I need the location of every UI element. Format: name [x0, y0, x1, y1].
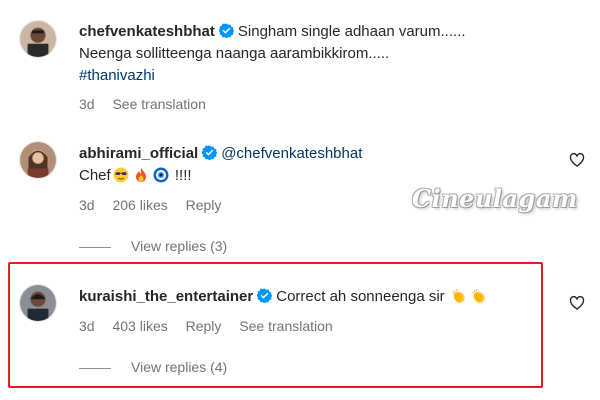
replies-divider-line	[79, 367, 111, 369]
replies-divider-line	[79, 246, 111, 248]
comment-meta: 3d See translation	[79, 96, 220, 112]
avatar-abhirami-official[interactable]	[19, 141, 57, 179]
comment-time: 3d	[79, 96, 95, 112]
see-translation-button[interactable]: See translation	[239, 318, 332, 334]
view-replies-button[interactable]: View replies (3)	[79, 238, 227, 254]
username[interactable]: abhirami_official	[79, 145, 198, 162]
comment-meta: 3d 403 likes Reply See translation	[79, 318, 347, 334]
comment-text-line2: Neenga sollitteenga naanga aarambikkirom…	[79, 45, 390, 62]
like-heart-icon[interactable]	[569, 152, 585, 168]
like-heart-icon[interactable]	[569, 295, 585, 311]
verified-badge-icon	[202, 145, 218, 160]
comment-time: 3d	[79, 197, 95, 213]
fire-emoji-icon	[135, 168, 146, 182]
nazar-amulet-emoji-icon	[153, 167, 169, 183]
comment-text-line1: Singham single adhaan varum......	[237, 23, 466, 40]
comment-text-prefix: Chef	[79, 167, 111, 184]
avatar-chefvenkateshbhat[interactable]	[19, 20, 57, 58]
likes-count[interactable]: 403 likes	[112, 318, 167, 334]
comment-text: Correct ah sonneenga sir	[276, 288, 445, 305]
watermark: Cineulagam	[412, 184, 578, 213]
reply-button[interactable]: Reply	[186, 197, 222, 213]
comment-time: 3d	[79, 318, 95, 334]
view-replies-label[interactable]: View replies (3)	[131, 238, 227, 254]
likes-count[interactable]: 206 likes	[112, 197, 167, 213]
sunglasses-emoji-icon	[113, 167, 129, 183]
mention-link[interactable]: @chefvenkateshbhat	[221, 145, 362, 162]
comment-body: chefvenkateshbhat Singham single adhaan v…	[79, 21, 550, 87]
comment-text-suffix: !!!!	[174, 167, 192, 184]
reply-button[interactable]: Reply	[186, 318, 222, 334]
comment-body: abhirami_official @chefvenkateshbhat Chef…	[79, 143, 550, 187]
see-translation-button[interactable]: See translation	[112, 96, 205, 112]
username[interactable]: chefvenkateshbhat	[79, 23, 215, 40]
clapping-hands-emoji-icon	[452, 289, 465, 303]
avatar-kuraishi-the-entertainer[interactable]	[19, 284, 57, 322]
comment-meta: 3d 206 likes Reply	[79, 197, 235, 213]
verified-badge-icon	[257, 288, 273, 303]
hashtag-link[interactable]: #thanivazhi	[79, 67, 155, 84]
username[interactable]: kuraishi_the_entertainer	[79, 288, 253, 305]
verified-badge-icon	[218, 23, 234, 38]
view-replies-label[interactable]: View replies (4)	[131, 359, 227, 375]
clapping-hands-emoji-icon	[472, 289, 485, 303]
view-replies-button[interactable]: View replies (4)	[79, 359, 227, 375]
comment-body: kuraishi_the_entertainer Correct ah sonne…	[79, 286, 550, 308]
